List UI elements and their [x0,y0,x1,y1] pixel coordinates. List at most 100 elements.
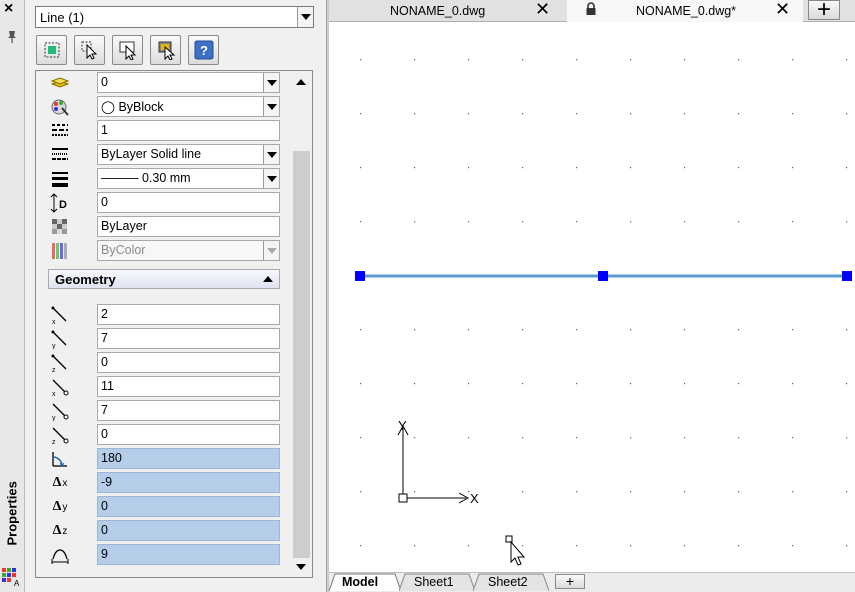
close-palette-button[interactable]: × [4,1,13,17]
properties-palette-icon[interactable]: A [1,567,21,587]
mid-grip[interactable] [598,271,608,281]
document-tab-label: NONAME_0.dwg [390,4,486,18]
property-value-text: 2 [101,307,108,321]
drawing-canvas[interactable]: Y X [329,22,855,572]
chevron-down-icon[interactable] [263,169,279,188]
layout-tab-label: Sheet2 [488,575,528,589]
svg-text:A: A [14,579,20,587]
end-z-icon: z [48,424,72,446]
property-value-text: 0 [101,499,108,513]
chevron-down-icon[interactable] [297,7,313,27]
start-x-icon: x [48,304,72,326]
property-value-field[interactable]: ByLayer Solid line [97,144,280,165]
end-x-icon: x [48,376,72,398]
pickadd-icon [119,41,136,60]
select-objects-button[interactable] [74,35,105,65]
property-row: Δx -9 [48,472,280,494]
property-value-field[interactable]: 9 [97,544,280,565]
property-row: ByColor [48,240,280,262]
chevron-down-icon[interactable] [263,73,279,92]
property-value-field[interactable]: 0 [97,352,280,373]
svg-text:z: z [52,439,56,445]
property-value-field[interactable]: 2 [97,304,280,325]
property-row: z0 [48,424,280,446]
select-cursor-icon [81,41,97,60]
scroll-down-icon[interactable] [296,564,306,570]
property-value-field[interactable]: 1 [97,120,280,141]
property-value-field[interactable]: 0 [97,520,280,541]
layout-tab-model[interactable]: Model [329,573,401,592]
document-tab-2[interactable]: NONAME_0.dwg* ✕ [567,0,803,22]
layout-tab-label: Model [342,575,379,589]
ucs-icon: Y X [397,418,479,506]
add-sheet-button[interactable]: + [555,574,585,589]
layout-tab-bar: Model Sheet1 Sheet2 + [329,572,855,592]
document-tab-1[interactable]: NONAME_0.dwg ✕ [329,0,565,22]
layout-tab-sheet1[interactable]: Sheet1 [399,573,475,592]
property-row: 180 [48,448,280,470]
start-grip[interactable] [355,271,365,281]
property-value-text: ByLayer [101,219,147,233]
help-button[interactable]: ? [188,35,219,65]
property-value-text: 0 [101,523,108,537]
quick-select-button[interactable] [36,35,67,65]
end-grip[interactable] [842,271,852,281]
layout-tab-sheet2[interactable]: Sheet2 [473,573,549,592]
property-value-text: 11 [101,379,114,393]
grid-dots [360,59,848,547]
property-value-field: ByColor [97,240,280,261]
geometry-section-header[interactable]: Geometry [48,269,280,289]
property-value-field[interactable]: 7 [97,328,280,349]
toggle-pickadd-button[interactable] [112,35,143,65]
scroll-up-icon[interactable] [296,79,306,85]
property-value-text: 180 [101,451,122,465]
property-row: ◯ ByBlock [48,96,280,118]
properties-scrollbar[interactable] [292,71,310,577]
delta-x-icon: Δx [52,475,68,490]
new-document-button[interactable]: + [808,0,840,22]
svg-text:x: x [52,391,56,397]
property-row: ByLayer [48,216,280,238]
selected-line[interactable] [355,271,852,281]
collapse-icon[interactable] [263,276,273,282]
properties-toolbar: ? [36,35,219,65]
close-tab-icon[interactable]: ✕ [775,0,790,20]
property-value-field[interactable]: 7 [97,400,280,421]
property-value-field[interactable]: 0 [97,496,280,517]
properties-panel: Line (1) ? 0 ◯ ByBlock 1 ByLayer Solid line… [26,0,326,592]
property-value-text: ByLayer Solid line [101,147,202,161]
chevron-down-icon[interactable] [263,145,279,164]
property-value-field[interactable]: 0 [97,192,280,213]
property-value-text: ◯ ByBlock [101,100,164,114]
object-type-select[interactable]: Line (1) [35,6,314,28]
property-value-field[interactable]: 11 [97,376,280,397]
property-value-field[interactable]: ◯ ByBlock [97,96,280,117]
property-row: y7 [48,328,280,350]
svg-text:z: z [52,367,56,373]
property-value-text: ——— 0.30 mm [101,171,191,185]
ucs-y-label: Y [398,418,407,433]
geometry-header-label: Geometry [55,272,116,287]
property-value-field[interactable]: 0 [97,424,280,445]
chevron-down-icon[interactable] [263,97,279,116]
property-value-field[interactable]: ByLayer [97,216,280,237]
close-tab-icon[interactable]: ✕ [535,0,550,20]
quick-select-icon [44,42,59,58]
select-similar-button[interactable] [150,35,181,65]
svg-text:y: y [52,343,56,349]
property-row: x2 [48,304,280,326]
scroll-thumb[interactable] [293,151,310,558]
property-row: x 11 [48,376,280,398]
start-y-icon: y [48,328,72,350]
property-value-field[interactable]: ——— 0.30 mm [97,168,280,189]
property-row: ByLayer Solid line [48,144,280,166]
property-value-text: 0 [101,75,108,89]
properties-side-label[interactable]: Properties [5,481,20,545]
property-value-field[interactable]: 0 [97,72,280,93]
pin-icon[interactable] [5,30,19,44]
lineweight-icon [48,168,72,190]
property-value-field[interactable]: -9 [97,472,280,493]
property-value-field[interactable]: 180 [97,448,280,469]
thickness-icon: D [48,192,72,214]
svg-text:D: D [59,199,67,211]
